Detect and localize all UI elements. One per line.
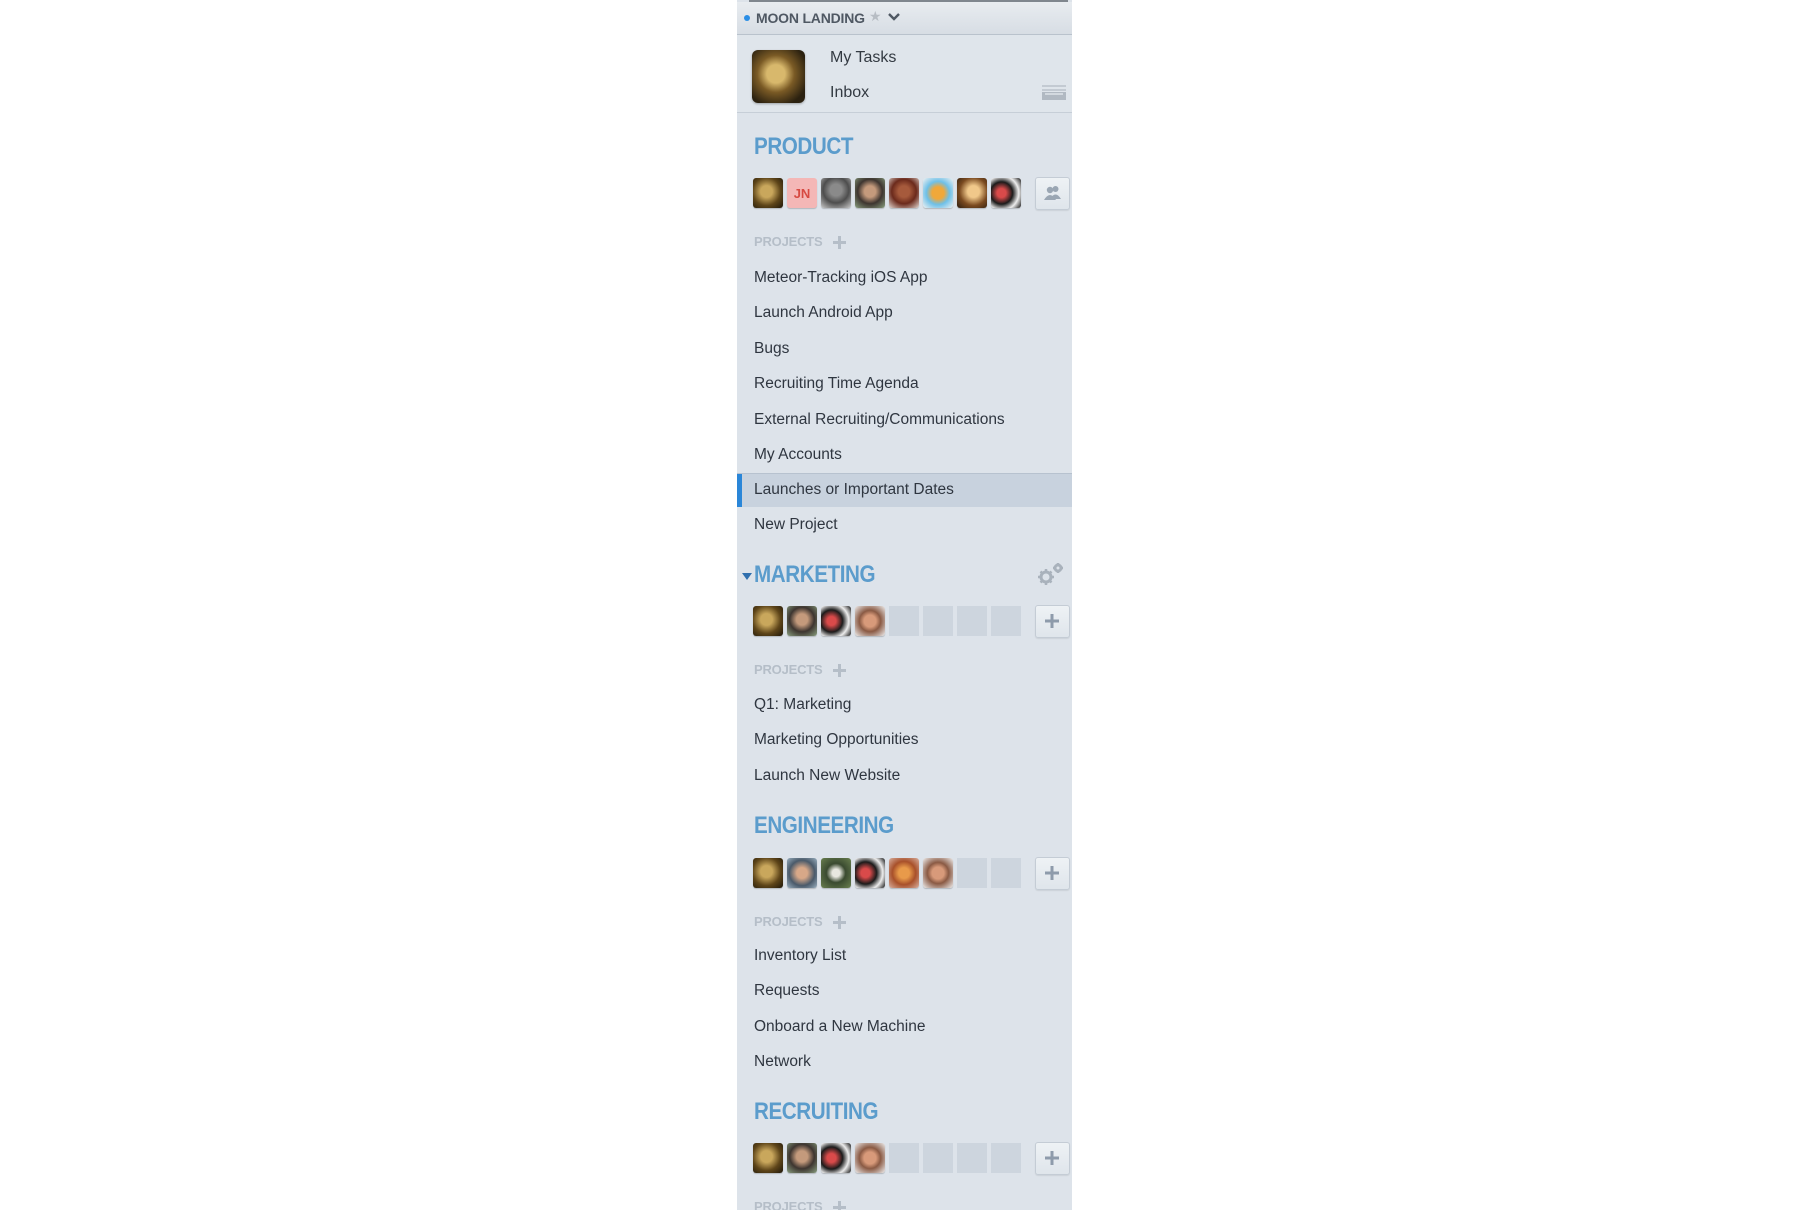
add-member-button[interactable] bbox=[1035, 605, 1070, 638]
project-item[interactable]: Launch Android App bbox=[737, 297, 1072, 330]
member-avatar[interactable] bbox=[787, 858, 817, 888]
projects-label: PROJECTS bbox=[754, 1199, 823, 1210]
member-avatar[interactable] bbox=[889, 178, 919, 208]
empty-member-slot bbox=[991, 606, 1021, 636]
inbox-link[interactable]: Inbox bbox=[830, 84, 869, 102]
add-project-icon[interactable] bbox=[833, 664, 846, 677]
workspace-name[interactable]: MOON LANDING bbox=[756, 10, 865, 26]
member-avatar[interactable] bbox=[923, 858, 953, 888]
member-avatar[interactable] bbox=[821, 858, 851, 888]
add-project-icon[interactable] bbox=[833, 916, 846, 929]
project-item[interactable]: Q1: Marketing bbox=[737, 689, 1072, 722]
member-avatar[interactable] bbox=[753, 606, 783, 636]
project-item[interactable]: Requests bbox=[737, 975, 1072, 1008]
collapse-triangle-icon[interactable] bbox=[742, 573, 752, 580]
project-item[interactable]: My Accounts bbox=[737, 439, 1072, 472]
projects-label: PROJECTS bbox=[754, 234, 823, 249]
project-item[interactable]: Marketing Opportunities bbox=[737, 724, 1072, 757]
workspace-header[interactable]: MOON LANDING ★ bbox=[737, 2, 1072, 35]
project-item[interactable]: Network bbox=[737, 1046, 1072, 1079]
team-members-button[interactable] bbox=[1035, 177, 1070, 210]
project-item[interactable]: New Project bbox=[737, 509, 1072, 542]
team-title-recruiting[interactable]: RECRUITING bbox=[754, 1098, 879, 1126]
project-item[interactable]: Bugs bbox=[737, 333, 1072, 366]
project-item[interactable]: Meteor-Tracking iOS App bbox=[737, 262, 1072, 295]
member-avatar[interactable] bbox=[855, 178, 885, 208]
project-item[interactable]: External Recruiting/Communications bbox=[737, 404, 1072, 437]
project-item[interactable]: Recruiting Time Agenda bbox=[737, 368, 1072, 401]
team-members-recruiting bbox=[753, 1143, 1021, 1173]
my-tasks-link[interactable]: My Tasks bbox=[830, 49, 896, 67]
member-avatar[interactable] bbox=[821, 606, 851, 636]
projects-label: PROJECTS bbox=[754, 914, 823, 929]
team-title-marketing[interactable]: MARKETING bbox=[754, 561, 876, 589]
member-avatar[interactable] bbox=[753, 1143, 783, 1173]
member-avatar[interactable] bbox=[821, 1143, 851, 1173]
project-item-selected[interactable]: Launches or Important Dates bbox=[737, 473, 1072, 507]
members-icon bbox=[1044, 186, 1061, 200]
add-project-icon[interactable] bbox=[833, 1201, 846, 1210]
empty-member-slot bbox=[957, 606, 987, 636]
user-nav: My Tasks Inbox bbox=[737, 35, 1072, 113]
add-project-icon[interactable] bbox=[833, 236, 846, 249]
team-members-marketing bbox=[753, 606, 1021, 636]
member-avatar-initials[interactable]: JN bbox=[787, 178, 817, 208]
team-members-engineering bbox=[753, 858, 1021, 888]
member-avatar[interactable] bbox=[991, 178, 1021, 208]
member-avatar[interactable] bbox=[957, 178, 987, 208]
star-icon[interactable]: ★ bbox=[869, 8, 882, 25]
chevron-down-icon[interactable] bbox=[887, 11, 901, 23]
empty-member-slot bbox=[957, 858, 987, 888]
member-avatar[interactable] bbox=[753, 858, 783, 888]
plus-icon bbox=[1045, 614, 1059, 628]
plus-icon bbox=[1045, 866, 1059, 880]
project-item[interactable]: Inventory List bbox=[737, 940, 1072, 973]
member-avatar[interactable] bbox=[821, 178, 851, 208]
workspace-status-dot-icon bbox=[744, 15, 750, 21]
member-avatar[interactable] bbox=[787, 606, 817, 636]
empty-member-slot bbox=[957, 1143, 987, 1173]
member-avatar[interactable] bbox=[889, 858, 919, 888]
member-avatar[interactable] bbox=[753, 178, 783, 208]
empty-member-slot bbox=[889, 1143, 919, 1173]
member-avatar[interactable] bbox=[855, 606, 885, 636]
sidebar: MOON LANDING ★ My Tasks Inbox PRODUCT JN bbox=[737, 0, 1072, 1210]
team-title-product[interactable]: PRODUCT bbox=[754, 133, 853, 161]
project-item[interactable]: Launch New Website bbox=[737, 760, 1072, 793]
empty-member-slot bbox=[991, 1143, 1021, 1173]
empty-member-slot bbox=[889, 606, 919, 636]
inbox-tray-icon[interactable] bbox=[1042, 85, 1066, 100]
empty-member-slot bbox=[923, 606, 953, 636]
team-title-engineering[interactable]: ENGINEERING bbox=[754, 812, 894, 840]
member-avatar[interactable] bbox=[855, 1143, 885, 1173]
member-avatar[interactable] bbox=[787, 1143, 817, 1173]
member-avatar[interactable] bbox=[855, 858, 885, 888]
member-avatar[interactable] bbox=[923, 178, 953, 208]
project-item[interactable]: Onboard a New Machine bbox=[737, 1011, 1072, 1044]
empty-member-slot bbox=[923, 1143, 953, 1173]
projects-label: PROJECTS bbox=[754, 662, 823, 677]
plus-icon bbox=[1045, 1151, 1059, 1165]
team-members-product: JN bbox=[753, 178, 1021, 208]
empty-member-slot bbox=[991, 858, 1021, 888]
user-avatar[interactable] bbox=[752, 50, 805, 103]
add-member-button[interactable] bbox=[1035, 1142, 1070, 1175]
gear-icon[interactable] bbox=[1037, 562, 1065, 586]
add-member-button[interactable] bbox=[1035, 857, 1070, 890]
